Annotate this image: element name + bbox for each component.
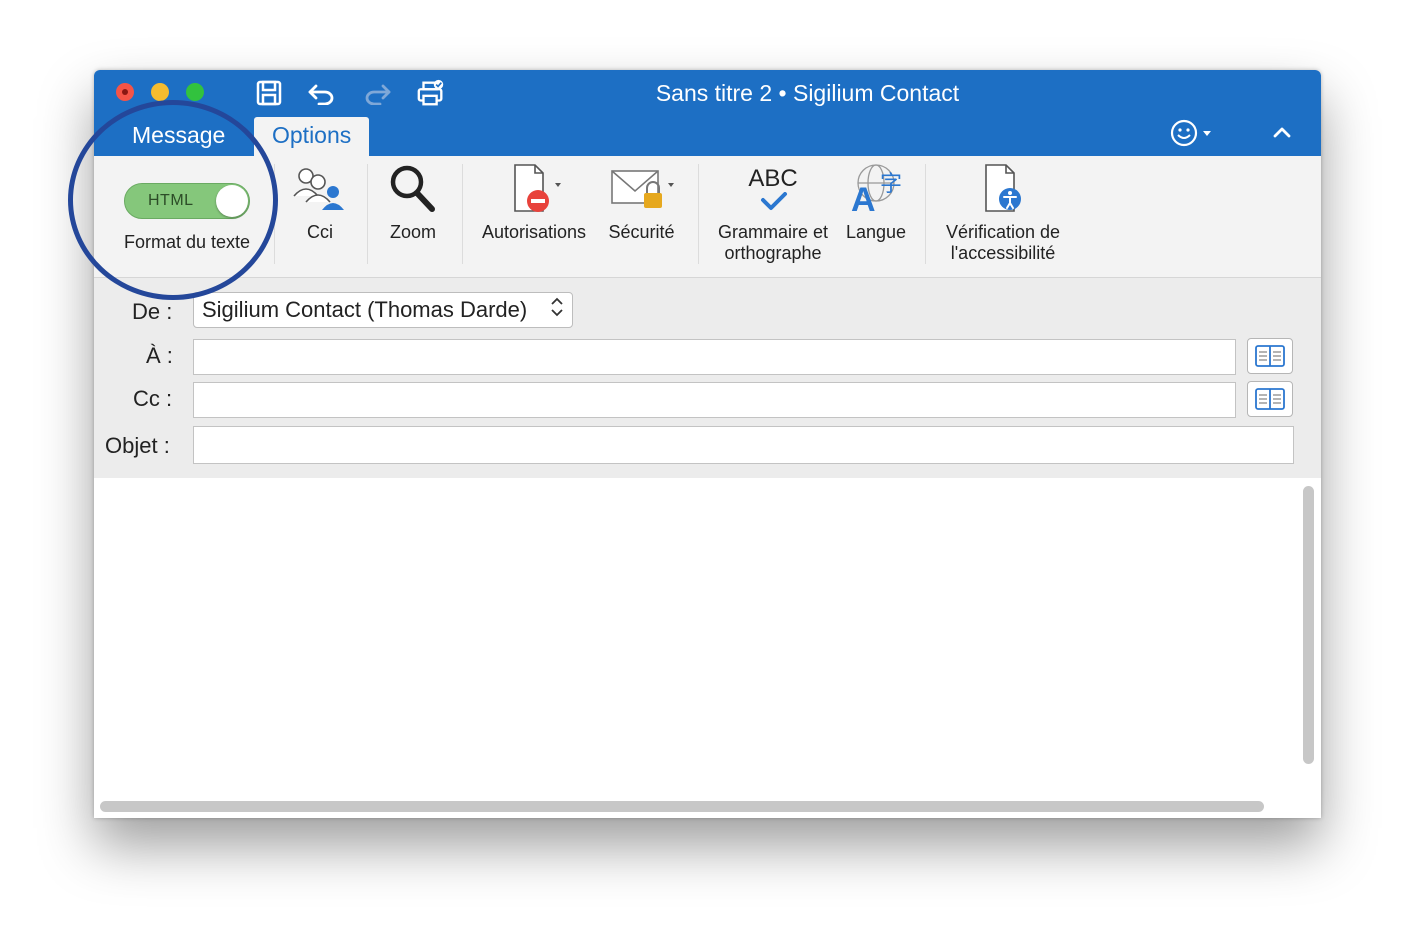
from-label: De : <box>132 299 173 324</box>
ribbon-separator <box>698 164 699 264</box>
permissions-document-icon <box>503 156 565 222</box>
zoom-window-button[interactable] <box>186 83 204 101</box>
from-account-select[interactable]: Sigilium Contact (Thomas Darde) <box>193 292 573 328</box>
contacts-icon <box>291 156 349 222</box>
cci-label: Cci <box>307 222 333 242</box>
collapse-ribbon-chevron-icon[interactable] <box>1270 122 1294 147</box>
zoom-magnifier-icon <box>387 156 439 222</box>
ribbon-separator <box>925 164 926 264</box>
from-account-value: Sigilium Contact (Thomas Darde) <box>202 297 528 322</box>
autorisations-button[interactable]: Autorisations <box>474 156 594 268</box>
compose-window: Sans titre 2 • Sigilium Contact Message … <box>94 70 1321 818</box>
security-envelope-lock-icon <box>606 156 678 222</box>
address-book-icon <box>1255 388 1285 410</box>
securite-label: Sécurité <box>608 222 675 242</box>
langue-label: Langue <box>845 222 907 242</box>
cc-label: Cc : <box>133 386 173 411</box>
tab-options[interactable]: Options <box>254 117 370 156</box>
window-title: Sans titre 2 • Sigilium Contact <box>655 80 960 106</box>
address-book-icon <box>1255 345 1285 367</box>
securite-button[interactable]: Sécurité <box>599 156 684 268</box>
verification-accessibilite-button[interactable]: Vérification de l'accessibilité <box>934 156 1072 268</box>
close-window-button[interactable] <box>116 83 134 101</box>
horizontal-scrollbar[interactable] <box>100 801 1264 812</box>
up-down-chevron-icon <box>550 295 564 325</box>
verification-label-line2: l'accessibilité <box>950 243 1056 263</box>
grammaire-label-line1: Grammaire et <box>717 222 829 242</box>
title-bar: Sans titre 2 • Sigilium Contact Message … <box>94 70 1321 156</box>
language-globe-icon: A字 <box>846 156 906 222</box>
redo-icon <box>362 78 392 108</box>
autorisations-label: Autorisations <box>481 222 587 242</box>
vertical-scrollbar[interactable] <box>1303 486 1314 764</box>
spelling-abc-check-icon: ABC <box>748 156 798 222</box>
subject-label: Objet : <box>105 433 170 458</box>
undo-icon[interactable] <box>307 78 337 108</box>
svg-text:字: 字 <box>880 172 902 197</box>
highlight-circle-annotation <box>68 100 278 300</box>
to-address-book-button[interactable] <box>1247 338 1293 374</box>
to-label: À : <box>146 343 173 368</box>
ribbon-separator <box>462 164 463 264</box>
message-header-fields: De : Sigilium Contact (Thomas Darde) À :… <box>94 278 1321 478</box>
feedback-smiley-icon[interactable] <box>1169 118 1215 153</box>
accessibility-check-document-icon <box>978 156 1028 222</box>
message-body-editor[interactable] <box>94 478 1321 818</box>
to-input[interactable] <box>193 339 1236 375</box>
svg-text:A: A <box>851 181 876 217</box>
cc-address-book-button[interactable] <box>1247 381 1293 417</box>
zoom-button[interactable]: Zoom <box>373 156 453 268</box>
grammaire-label-line2: orthographe <box>724 243 822 263</box>
langue-button[interactable]: A字 Langue <box>838 156 914 268</box>
zoom-label: Zoom <box>389 222 436 242</box>
subject-input[interactable] <box>193 426 1294 464</box>
cci-button[interactable]: Cci <box>280 156 360 268</box>
ribbon-separator <box>367 164 368 264</box>
abc-icon-text: ABC <box>748 165 798 192</box>
ribbon-options: HTML Format du texte Cci Zoom Autorisati… <box>94 156 1321 278</box>
verification-label-line1: Vérification de <box>945 222 1061 242</box>
cc-input[interactable] <box>193 382 1236 418</box>
minimize-window-button[interactable] <box>151 83 169 101</box>
grammaire-orthographe-button[interactable]: ABC Grammaire et orthographe <box>708 156 838 268</box>
save-icon[interactable] <box>254 78 284 108</box>
